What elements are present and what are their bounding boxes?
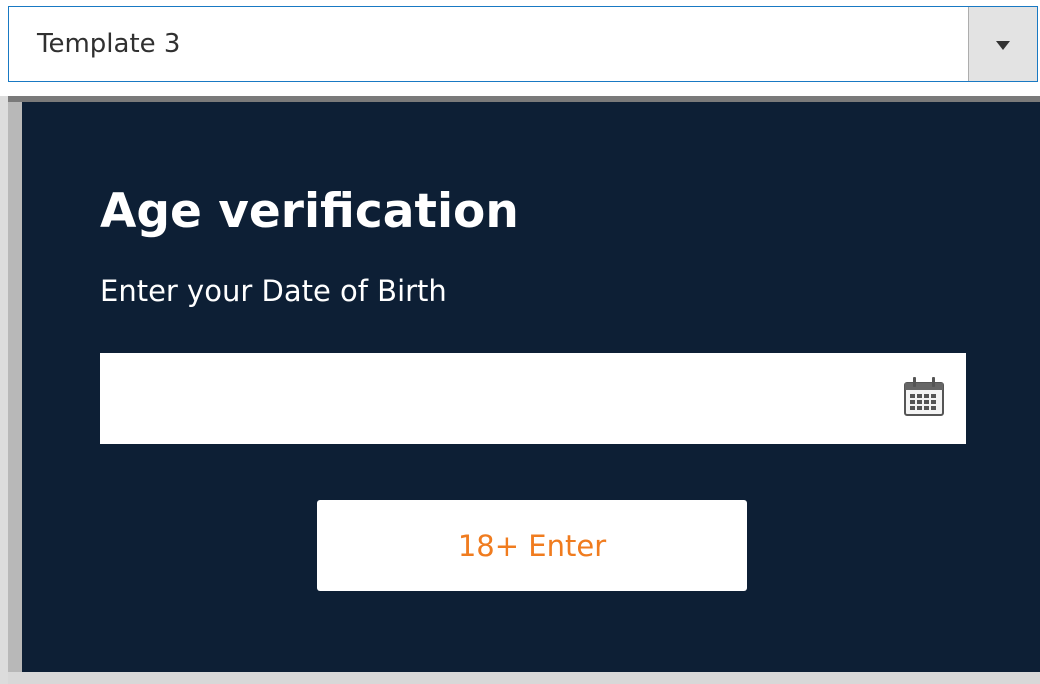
date-picker-button[interactable] [900,374,948,422]
age-verification-settings: Template 3 Age verification Enter your D… [0,0,1040,684]
calendar-icon [903,375,945,421]
caret-down-icon [996,35,1010,54]
preview-frame-border-left [8,96,22,676]
age-verification-modal: Age verification Enter your Date of Birt… [22,102,1040,672]
template-select[interactable]: Template 3 [8,6,1038,82]
enter-button[interactable]: 18+ Enter [317,500,747,591]
template-select-value: Template 3 [37,29,181,59]
modal-subtitle: Enter your Date of Birth [100,274,447,308]
modal-title: Age verification [100,184,519,239]
date-of-birth-field [100,353,966,444]
preview-frame-border-bottom [8,672,1040,684]
date-of-birth-input[interactable] [100,353,880,444]
template-select-toggle[interactable] [968,7,1037,81]
